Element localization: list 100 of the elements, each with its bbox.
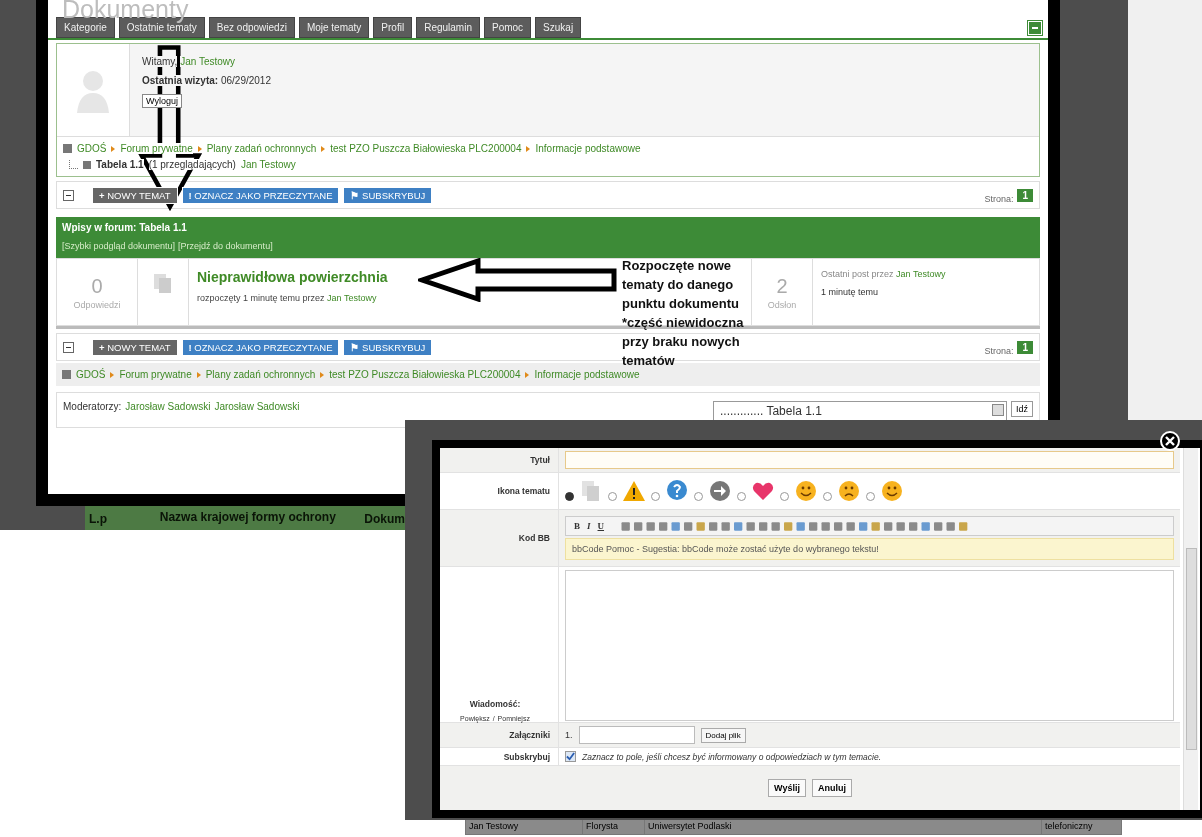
user-link[interactable]: Jan Testowy [327,293,377,303]
format-button[interactable]: B [572,521,582,531]
topic-started-text: rozpoczęty 1 minutę temu przez [197,293,325,303]
square-icon [62,370,71,379]
page-label: Strona: [984,346,1014,356]
breadcrumb-link[interactable]: test PZO Puszcza Białowieska PLC200004 [330,143,522,154]
tab[interactable]: Bez odpowiedzi [208,17,295,38]
reply-label: Odpowiedzi [73,299,121,310]
table-cell-text: telefoniczny [1044,820,1094,833]
last-post-label: Ostatni post przez [821,269,894,279]
last-post-time: 1 minutę temu [821,287,880,297]
moderator-link[interactable]: Jarosław Sadowski [125,401,211,412]
column-heading: Dokum [363,511,405,526]
tab[interactable]: Pomoc [483,17,532,38]
radio-button[interactable] [737,491,746,501]
help-icon [665,479,689,503]
title-input-field[interactable] [565,451,1174,469]
viewers-count: (1 przeglądających) [148,159,236,170]
caret-icon [320,371,325,378]
document-link[interactable]: [Szybki podgląd dokumentu] [62,241,176,251]
document-link[interactable]: [Przejdź do dokumentu] [178,241,273,251]
breadcrumb-link[interactable]: Forum prywatne [120,143,193,154]
subscribe-text: Zaznacz to pole, jeśli chcesz być informowany o odpowiedziach w tym temacie. [582,751,882,762]
page-number[interactable]: 1 [1017,188,1033,202]
collapse-toggle-icon[interactable] [63,341,74,353]
column-heading: L.p [88,511,108,526]
collapse-toggle-icon[interactable] [63,189,74,201]
radio-button[interactable] [866,491,875,501]
field-label: Subskrybuj [440,748,559,765]
page-label: Strona: [984,194,1014,204]
scrollbar[interactable] [1183,448,1198,810]
subscribe-checkbox[interactable] [565,751,576,762]
caret-icon [197,145,202,152]
field-label: Załączniki [440,723,559,747]
tab[interactable]: Regulamin [416,17,480,38]
toolbar-button[interactable]: ! OZNACZ JAKO PRZECZYTANE [181,186,340,204]
breadcrumb-link[interactable]: GDOŚ [77,143,107,154]
breadcrumb-link[interactable]: Forum prywatne [119,369,192,380]
square-icon [83,160,91,169]
format-button[interactable]: I [585,521,593,531]
radio-button[interactable] [608,491,617,501]
caret-icon [110,371,115,378]
toolbar-button[interactable]: ! OZNACZ JAKO PRZECZYTANE [181,338,340,356]
format-button[interactable]: U [595,521,607,531]
toolbar-button[interactable]: ⚑ SUBSKRYBUJ [343,186,433,204]
topics-title: Wpisy w forum: Tabela 1.1 [62,222,188,233]
field-label: Tytuł [440,448,559,472]
logout-button[interactable]: Wyloguj [142,94,182,108]
toolbar-button[interactable]: ⚑ SUBSKRYBUJ [343,338,433,356]
field-label: Wiadomość: [469,699,521,709]
file-input-field[interactable] [578,726,695,744]
dialog-button[interactable]: Wyślij [768,779,806,797]
radio-button[interactable] [823,491,832,501]
breadcrumb-link[interactable]: Plany zadań ochronnych [205,369,316,380]
view-count: 2 [776,274,788,298]
square-icon [63,144,72,153]
left-arrow-icon [418,258,618,302]
caret-icon [525,371,530,378]
breadcrumb-link[interactable]: Informacje podstawowe [534,369,640,380]
reply-count: 0 [91,274,103,298]
views-label: Odsłon [767,299,797,310]
topic-title-link[interactable]: Nieprawidłowa powierzchnia [197,269,388,285]
caret-icon [196,371,201,378]
breadcrumb-link[interactable]: Informacje podstawowe [535,143,641,154]
smiley-icon [837,479,861,503]
tab[interactable]: Szukaj [535,17,582,38]
annotation-text: Rozpoczęte nowe tematy do danego punktu dokumentu *część niewidoczna przy braku nowych tematów [622,257,744,370]
bbcode-hint: bbCode Pomoc - Sugestia: bbCode może zostać użyte do wybranego tekstu! [565,538,1174,560]
radio-button[interactable] [694,491,703,501]
attachment-number: 1. [565,730,573,740]
column-heading: Nazwa krajowej formy ochrony [158,509,337,524]
moderator-link[interactable]: Jarosław Sadowski [214,401,300,412]
dialog-button[interactable]: Anuluj [811,779,852,797]
go-button[interactable]: Idź [1011,401,1033,417]
breadcrumb-link[interactable]: GDOŚ [76,369,106,380]
user-link[interactable]: Jan Testowy [240,159,296,170]
last-visit-label: Ostatnia wizyta: [142,75,219,86]
tab[interactable]: Kategorie [56,17,115,38]
radio-button[interactable] [780,491,789,501]
collapse-icon[interactable] [1028,21,1042,35]
toolbar-button[interactable]: + NOWY TEMAT [92,186,178,204]
field-label: Ikona tematu [440,473,559,509]
smiley-icon [880,479,904,503]
add-file-button[interactable]: Dodaj plik [700,727,746,743]
last-visit-date: 06/29/2012 [220,75,271,86]
page-number[interactable]: 1 [1017,340,1033,354]
caret-icon [321,145,326,152]
user-link[interactable]: Jan Testowy [896,269,946,279]
radio-button[interactable] [651,491,660,501]
radio-button[interactable] [565,491,574,501]
tab[interactable]: Profil [373,17,413,38]
tab[interactable]: Moje tematy [298,17,370,38]
warning-icon [622,479,646,503]
breadcrumb-link[interactable]: Plany zadań ochronnych [206,143,317,154]
tree-branch-icon [69,160,78,169]
toolbar-button[interactable]: + NOWY TEMAT [92,338,178,356]
documents-icon [153,273,173,295]
user-link[interactable]: Jan Testowy [180,56,235,67]
breadcrumb-link[interactable]: test PZO Puszcza Białowieska PLC200004 [329,369,521,380]
caret-icon [526,145,531,152]
